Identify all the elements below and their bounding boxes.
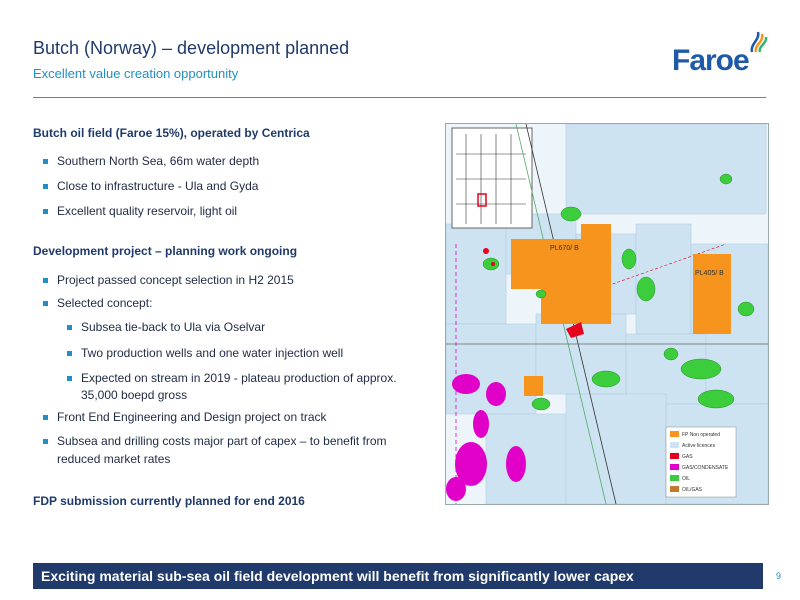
legend-swatch	[670, 442, 679, 448]
licence-pl405b	[693, 254, 731, 334]
legend-label: FP Non operated	[682, 432, 720, 438]
legend-swatch	[670, 464, 679, 470]
bullet-item: Selected concept:	[43, 294, 152, 313]
legend-swatch	[670, 475, 679, 481]
map-legend: FP Non operated Active licences GAS GAS/…	[665, 426, 737, 498]
header-divider	[33, 97, 766, 98]
legend-label: GAS	[682, 454, 693, 460]
bullet-marker	[67, 351, 72, 356]
legend-swatch	[670, 486, 679, 492]
bullet-marker	[43, 415, 48, 420]
logo-text: Faroe	[672, 44, 750, 77]
bullet-item: Subsea and drilling costs major part of …	[43, 432, 387, 451]
section-heading-fdp: FDP submission currently planned for end…	[33, 494, 305, 508]
legend-swatch	[670, 453, 679, 459]
faroe-logo: Faroe	[672, 30, 772, 80]
flame-icon	[750, 31, 768, 53]
footer-banner: Exciting material sub-sea oil field deve…	[33, 563, 763, 589]
legend-label: GAS/CONDENSATE	[682, 465, 729, 471]
bullet-marker	[43, 209, 48, 214]
bullet-marker	[67, 376, 72, 381]
sub-bullet-continuation: 35,000 boepd gross	[81, 388, 188, 402]
bullet-marker	[43, 439, 48, 444]
bullet-item: Close to infrastructure - Ula and Gyda	[43, 177, 258, 196]
bullet-item: Excellent quality reservoir, light oil	[43, 202, 237, 221]
bullet-marker	[43, 301, 48, 306]
legend-label: OIL/GAS	[682, 487, 703, 493]
section-heading-field: Butch oil field (Faroe 15%), operated by…	[33, 126, 310, 140]
legend-label: OIL	[682, 476, 690, 482]
sub-bullet-item: Subsea tie-back to Ula via Oselvar	[67, 318, 265, 337]
licence-map: PL670/ B PL405/ B FP Non operated Active…	[445, 123, 769, 505]
legend-swatch	[670, 431, 679, 437]
bullet-marker	[43, 184, 48, 189]
page-subtitle: Excellent value creation opportunity	[33, 66, 239, 81]
bullet-marker	[43, 278, 48, 283]
map-label-pl405b: PL405/ B	[695, 270, 724, 277]
licence-p111	[524, 376, 543, 396]
page-title: Butch (Norway) – development planned	[33, 38, 350, 58]
legend-label: Active licences	[682, 443, 716, 449]
page-number: 9	[776, 571, 782, 581]
bullet-marker	[43, 159, 48, 164]
section-heading-project: Development project – planning work ongo…	[33, 244, 298, 258]
bullet-item: Project passed concept selection in H2 2…	[43, 271, 294, 290]
bullet-marker	[67, 325, 72, 330]
bullet-item: Southern North Sea, 66m water depth	[43, 152, 259, 171]
bullet-item: Front End Engineering and Design project…	[43, 408, 327, 427]
inset-map	[451, 127, 533, 229]
sub-bullet-item: Two production wells and one water injec…	[67, 344, 343, 363]
map-label-pl670b: PL670/ B	[550, 245, 579, 252]
bullet-continuation: reduced market rates	[57, 452, 171, 466]
map-graphic: PL670/ B PL405/ B FP Non operated Active…	[446, 124, 768, 504]
